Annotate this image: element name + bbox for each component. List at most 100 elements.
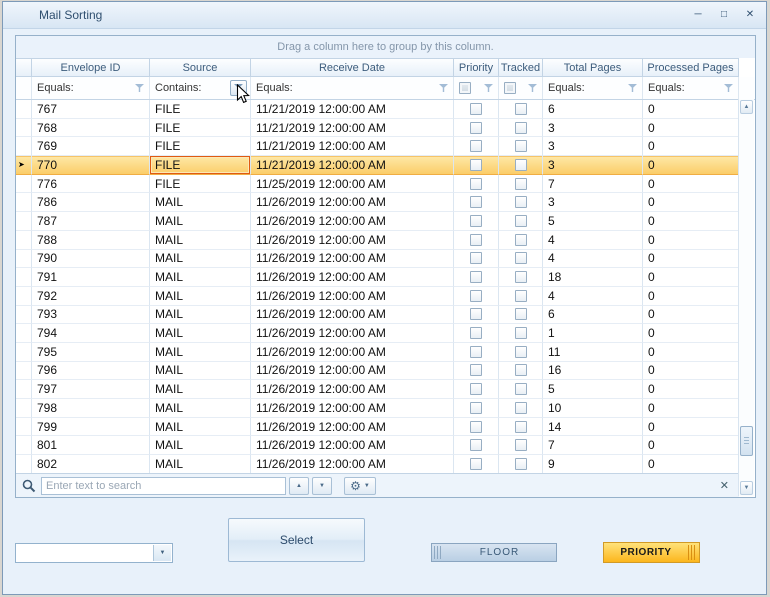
column-header-envelope-id[interactable]: Envelope ID <box>32 58 150 77</box>
cell-total-pages[interactable]: 14 <box>543 417 643 437</box>
priority-checkbox[interactable] <box>470 177 482 190</box>
tracked-checkbox[interactable] <box>514 308 527 321</box>
cell-total-pages[interactable]: 3 <box>543 137 643 157</box>
tracked-checkbox[interactable] <box>514 102 527 115</box>
table-row[interactable]: 792 MAIL 11/26/2019 12:00:00 AM 4 0 <box>16 286 755 306</box>
cell-envelope-id[interactable]: 796 <box>32 361 150 381</box>
cell-total-pages[interactable]: 7 <box>543 174 643 194</box>
column-header-processed-pages[interactable]: Processed Pages <box>643 58 739 77</box>
filter-funnel-icon[interactable] <box>628 84 637 92</box>
cell-envelope-id[interactable]: 801 <box>32 436 150 456</box>
priority-checkbox[interactable] <box>470 439 482 452</box>
cell-processed-pages[interactable]: 0 <box>643 100 739 119</box>
cell-envelope-id[interactable]: 767 <box>32 100 150 119</box>
select-button[interactable]: Select <box>228 518 365 562</box>
cell-receive-date[interactable]: 11/26/2019 12:00:00 AM <box>251 305 454 325</box>
cell-envelope-id[interactable]: 792 <box>32 286 150 306</box>
cell-processed-pages[interactable]: 0 <box>643 174 739 194</box>
cell-source[interactable]: MAIL <box>150 455 251 474</box>
cell-processed-pages[interactable]: 0 <box>643 361 739 381</box>
filter-cell-tracked[interactable] <box>499 77 543 99</box>
cell-envelope-id[interactable]: 797 <box>32 380 150 399</box>
table-row[interactable]: 796 MAIL 11/26/2019 12:00:00 AM 16 0 <box>16 361 755 381</box>
tracked-checkbox[interactable] <box>514 439 527 452</box>
priority-checkbox[interactable] <box>470 196 482 209</box>
priority-checkbox[interactable] <box>470 158 482 171</box>
cell-envelope-id[interactable]: 776 <box>32 174 150 194</box>
cell-source[interactable]: MAIL <box>150 380 251 399</box>
cell-receive-date[interactable]: 11/26/2019 12:00:00 AM <box>251 249 454 269</box>
cell-processed-pages[interactable]: 0 <box>643 212 739 231</box>
priority-checkbox[interactable] <box>470 308 482 321</box>
footer-combobox[interactable]: ▼ <box>15 543 173 563</box>
cell-envelope-id[interactable]: 787 <box>32 212 150 231</box>
cell-processed-pages[interactable]: 0 <box>643 286 739 306</box>
table-row[interactable]: 767 FILE 11/21/2019 12:00:00 AM 6 0 <box>16 100 755 119</box>
cell-total-pages[interactable]: 6 <box>543 305 643 325</box>
cell-source[interactable]: MAIL <box>150 268 251 287</box>
priority-filter-checkbox-icon[interactable] <box>459 82 471 94</box>
cell-total-pages[interactable]: 6 <box>543 100 643 119</box>
cell-processed-pages[interactable]: 0 <box>643 380 739 399</box>
cell-source[interactable]: FILE <box>150 174 251 194</box>
cell-total-pages[interactable]: 16 <box>543 361 643 381</box>
table-row[interactable]: 786 MAIL 11/26/2019 12:00:00 AM 3 0 <box>16 193 755 213</box>
cell-source[interactable]: MAIL <box>150 417 251 437</box>
tracked-checkbox[interactable] <box>514 214 527 227</box>
cell-total-pages[interactable]: 1 <box>543 324 643 343</box>
cell-processed-pages[interactable]: 0 <box>643 193 739 213</box>
tracked-checkbox[interactable] <box>514 196 527 209</box>
table-row[interactable]: 768 FILE 11/21/2019 12:00:00 AM 3 0 <box>16 118 755 138</box>
priority-checkbox[interactable] <box>470 364 482 377</box>
cell-receive-date[interactable]: 11/21/2019 12:00:00 AM <box>251 100 454 119</box>
tracked-checkbox[interactable] <box>514 401 527 414</box>
tracked-checkbox[interactable] <box>514 121 527 134</box>
cell-source[interactable]: MAIL <box>150 230 251 250</box>
cell-envelope-id[interactable]: 799 <box>32 417 150 437</box>
table-row[interactable]: 801 MAIL 11/26/2019 12:00:00 AM 7 0 <box>16 436 755 456</box>
cell-envelope-id[interactable]: 794 <box>32 324 150 343</box>
cell-receive-date[interactable]: 11/26/2019 12:00:00 AM <box>251 286 454 306</box>
cell-total-pages[interactable]: 5 <box>543 380 643 399</box>
priority-checkbox[interactable] <box>470 457 482 470</box>
tracked-checkbox[interactable] <box>514 233 527 246</box>
cell-receive-date[interactable]: 11/26/2019 12:00:00 AM <box>251 230 454 250</box>
filter-funnel-icon[interactable] <box>484 84 493 92</box>
cell-processed-pages[interactable]: 0 <box>643 249 739 269</box>
search-input[interactable] <box>41 476 286 495</box>
cell-receive-date[interactable]: 11/21/2019 12:00:00 AM <box>251 156 454 175</box>
cell-source[interactable]: MAIL <box>150 399 251 418</box>
priority-button[interactable]: PRIORITY <box>603 542 700 563</box>
table-row[interactable]: ➤ 770 FILE 11/21/2019 12:00:00 AM 3 0 <box>16 156 755 175</box>
priority-checkbox[interactable] <box>470 345 482 358</box>
search-next-button[interactable]: ▼ <box>312 476 332 495</box>
cell-source[interactable]: MAIL <box>150 249 251 269</box>
tracked-checkbox[interactable] <box>514 345 527 358</box>
cell-envelope-id[interactable]: 786 <box>32 193 150 213</box>
cell-envelope-id[interactable]: 769 <box>32 137 150 157</box>
table-row[interactable]: 791 MAIL 11/26/2019 12:00:00 AM 18 0 <box>16 268 755 287</box>
cell-source[interactable]: FILE <box>150 100 251 119</box>
cell-envelope-id[interactable]: 798 <box>32 399 150 418</box>
cell-processed-pages[interactable]: 0 <box>643 399 739 418</box>
cell-source[interactable]: MAIL <box>150 436 251 456</box>
tracked-checkbox[interactable] <box>514 177 527 190</box>
table-row[interactable]: 795 MAIL 11/26/2019 12:00:00 AM 11 0 <box>16 342 755 362</box>
floor-button[interactable]: FLOOR <box>431 543 557 562</box>
column-header-source[interactable]: Source <box>150 58 251 77</box>
tracked-filter-checkbox-icon[interactable] <box>504 82 516 94</box>
priority-checkbox[interactable] <box>470 102 482 115</box>
filter-cell-receive-date[interactable]: Equals: <box>251 77 454 99</box>
cell-receive-date[interactable]: 11/26/2019 12:00:00 AM <box>251 212 454 231</box>
group-by-panel[interactable]: Drag a column here to group by this colu… <box>16 36 755 58</box>
cell-processed-pages[interactable]: 0 <box>643 230 739 250</box>
cell-total-pages[interactable]: 3 <box>543 118 643 138</box>
cell-envelope-id[interactable]: 793 <box>32 305 150 325</box>
priority-checkbox[interactable] <box>470 214 482 227</box>
cell-source[interactable]: MAIL <box>150 342 251 362</box>
priority-checkbox[interactable] <box>470 327 482 340</box>
cell-source[interactable]: MAIL <box>150 305 251 325</box>
filter-funnel-icon[interactable] <box>135 84 144 92</box>
cell-processed-pages[interactable]: 0 <box>643 455 739 474</box>
cell-processed-pages[interactable]: 0 <box>643 342 739 362</box>
